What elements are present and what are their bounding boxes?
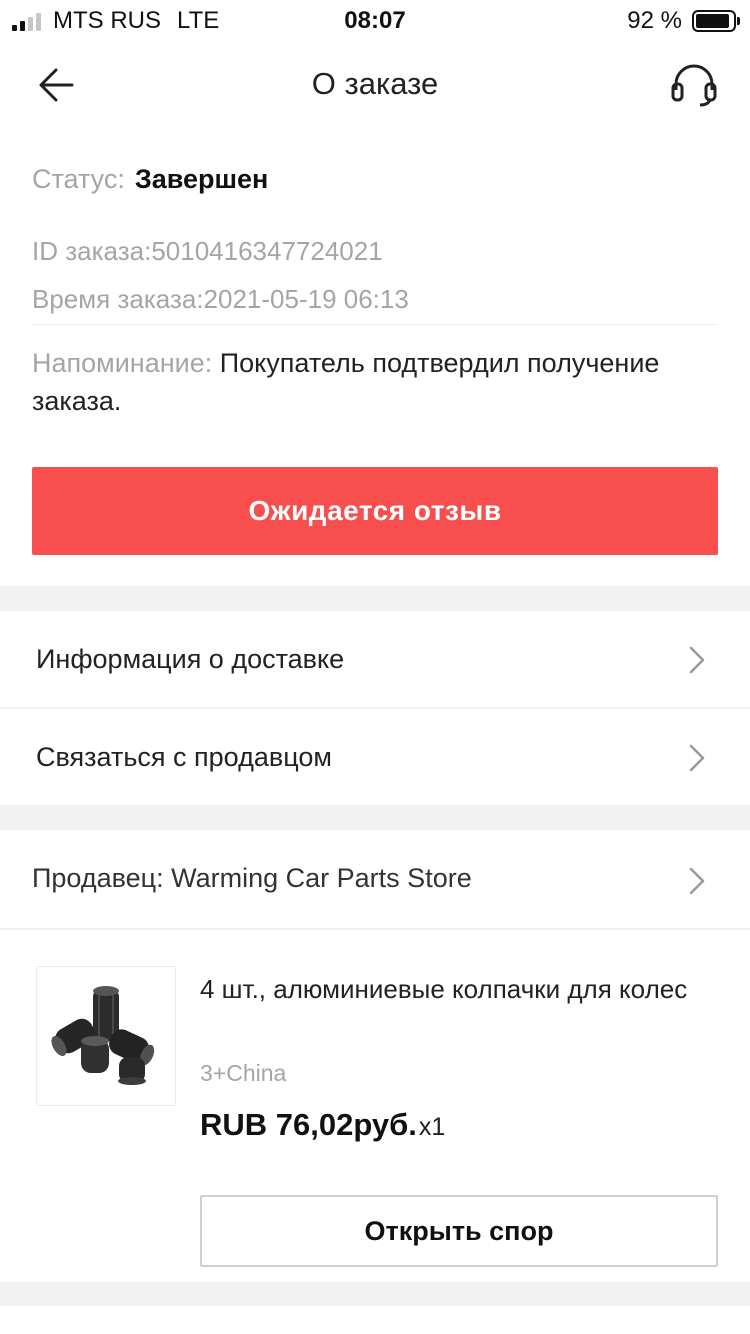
awaiting-review-button[interactable]: Ожидается отзыв — [32, 467, 718, 555]
chevron-right-icon — [689, 744, 705, 772]
seller-link[interactable]: Продавец: Warming Car Parts Store — [0, 830, 750, 928]
support-button[interactable] — [666, 60, 722, 110]
order-id: ID заказа:5010416347724021 — [32, 236, 383, 266]
battery-icon — [692, 10, 740, 32]
product-price-line: RUB 76,02руб.x1 — [200, 1107, 445, 1143]
product-price: RUB 76,02руб. — [200, 1107, 417, 1142]
delivery-info-link[interactable]: Информация о доставке — [0, 611, 750, 707]
seller-product-card: Продавец: Warming Car Parts Store 4 шт.,… — [0, 830, 750, 1282]
battery-percent: 92 % — [627, 7, 682, 34]
battery-fill — [696, 14, 730, 28]
reminder-label: Напоминание: — [32, 348, 213, 378]
link-label: Связаться с продавцом — [36, 742, 332, 772]
order-time: Время заказа:2021-05-19 06:13 — [32, 284, 409, 314]
valve-caps-image — [51, 986, 155, 1085]
order-info-card: Статус: Завершен ID заказа:50104163477240… — [0, 130, 750, 586]
order-reminder: Напоминание: Покупатель подтвердил получ… — [32, 344, 672, 420]
divider — [0, 928, 750, 930]
contact-seller-link[interactable]: Связаться с продавцом — [0, 709, 750, 805]
status-label: Статус: — [32, 164, 125, 194]
next-section-edge — [0, 1306, 750, 1334]
headset-icon — [671, 64, 717, 107]
link-label: Информация о доставке — [36, 644, 345, 674]
divider — [32, 324, 718, 325]
product-thumbnail[interactable] — [36, 966, 176, 1106]
nav-bar: О заказе — [0, 40, 750, 130]
chevron-right-icon — [689, 646, 705, 674]
product-title[interactable]: 4 шт., алюминиевые колпачки для колес — [200, 970, 700, 1008]
product-variant: 3+China — [200, 1060, 287, 1086]
status-bar: MTS RUS LTE 08:07 92 % — [0, 0, 750, 40]
page-title: О заказе — [311, 66, 439, 101]
seller-name: Продавец: Warming Car Parts Store — [32, 863, 472, 893]
chevron-right-icon — [689, 867, 705, 895]
status-bar-right: 92 % — [627, 7, 740, 35]
open-dispute-button[interactable]: Открыть спор — [200, 1195, 718, 1267]
status-value: Завершен — [134, 164, 269, 194]
product-quantity: x1 — [418, 1113, 446, 1141]
order-links-card: Информация о доставке Связаться с продав… — [0, 611, 750, 805]
order-status: Статус: Завершен — [32, 164, 268, 195]
